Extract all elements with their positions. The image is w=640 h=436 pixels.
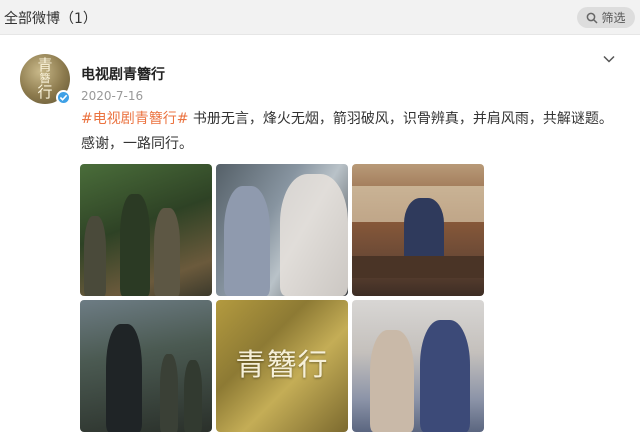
image-thumbnail-2[interactable] <box>216 164 348 296</box>
post-text: #电视剧青簪行# 书册无言，烽火无烟，箭羽破风，识骨辨真，并肩风雨，共解谜题。感… <box>81 107 621 157</box>
weibo-post-card: 青 簪 行 电视剧青簪行 2020-7-16 #电视剧青簪行# 书册无言，烽火无… <box>0 36 640 436</box>
image-grid: 青簪行 <box>80 164 484 436</box>
filter-button[interactable]: 筛选 <box>577 7 635 28</box>
hashtag-link[interactable]: #电视剧青簪行# <box>81 111 188 127</box>
verified-check-icon <box>59 94 68 101</box>
search-icon <box>587 12 599 24</box>
feed-count-title: 全部微博（1） <box>4 11 97 27</box>
post-timestamp[interactable]: 2020-7-16 <box>81 89 143 103</box>
image-thumbnail-3[interactable] <box>352 164 484 296</box>
image-thumbnail-4[interactable] <box>80 300 212 432</box>
avatar-char-1: 青 <box>37 56 53 74</box>
chevron-down-icon[interactable] <box>602 52 616 66</box>
image-thumbnail-1[interactable] <box>80 164 212 296</box>
username-link[interactable]: 电视剧青簪行 <box>81 64 165 84</box>
image-thumbnail-5[interactable]: 青簪行 <box>216 300 348 432</box>
verified-badge <box>56 90 71 105</box>
avatar-char-3: 行 <box>37 83 53 101</box>
filter-button-label: 筛选 <box>601 11 626 25</box>
image-thumbnail-6[interactable] <box>352 300 484 432</box>
feed-header: 全部微博（1） 筛选 <box>0 0 640 35</box>
title-card-text: 青簪行 <box>235 348 329 383</box>
